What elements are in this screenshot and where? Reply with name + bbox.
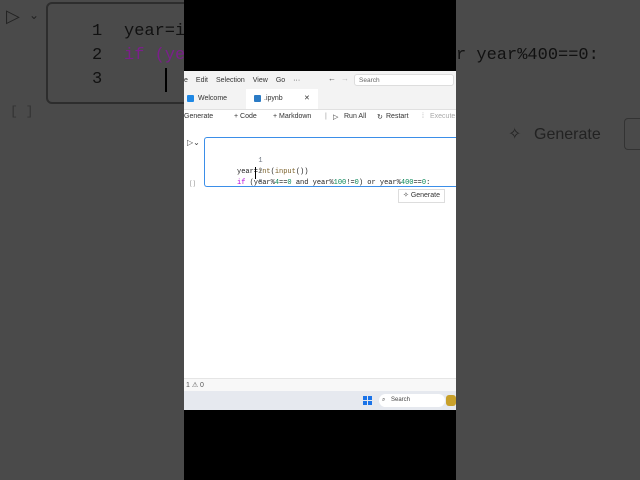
restart-icon: ↻: [377, 114, 383, 121]
code-text: if (year%4==0 and year%100!=0) or year%4…: [237, 179, 431, 187]
taskbar-app-icon[interactable]: [446, 395, 456, 406]
notebook-toolbar: Generate + Code + Markdown | ▷ Run All ↻…: [184, 110, 456, 126]
generate-cell-button[interactable]: ✧ Generate: [398, 189, 445, 203]
menu-item-file[interactable]: e: [184, 77, 188, 84]
line-number: 2: [258, 168, 263, 176]
code-line: 2 if (year%4==0 and year%100!=0) or year…: [205, 156, 430, 187]
bg-line-number: 2: [92, 46, 103, 65]
vscode-window: e Edit Selection View Go ··· ← → Search …: [184, 71, 456, 392]
notebook-icon: [254, 95, 261, 102]
tab-welcome[interactable]: Welcome: [184, 89, 246, 109]
close-icon[interactable]: ✕: [304, 89, 310, 109]
command-search-input[interactable]: Search: [354, 74, 454, 86]
execution-count: [ ]: [190, 181, 196, 187]
bg-code-line: if (ye: [124, 46, 184, 65]
execute-button[interactable]: Execute: [430, 113, 455, 120]
menu-more[interactable]: ···: [293, 77, 300, 84]
menu-item-view[interactable]: View: [253, 77, 268, 84]
bg-code-line: year=i: [124, 22, 184, 41]
background-right: r year%400==0: ✧ Generate: [456, 0, 640, 480]
taskbar-search-input[interactable]: ⌕ Search: [379, 394, 445, 407]
line-number: 1: [258, 157, 263, 165]
tab-label: .ipynb: [264, 95, 283, 102]
generate-label: Generate: [410, 192, 440, 199]
bg-line-number: 1: [92, 22, 103, 41]
restart-button[interactable]: Restart: [386, 113, 409, 120]
sparkle-icon: ✧: [403, 192, 411, 199]
chevron-down-icon: ⌄: [29, 8, 40, 22]
tab-bar: Welcome .ipynb ✕: [184, 89, 456, 110]
background-left: ▷ ⌄ 1 year=i 2 if (ye 3 [ ]: [0, 0, 184, 480]
sparkle-icon: ✧: [508, 126, 522, 143]
add-code-button[interactable]: + Code: [234, 113, 257, 120]
status-bar: 1 ⚠ 0: [184, 378, 456, 392]
windows-taskbar: ⌕ Search: [184, 391, 456, 410]
run-icon: ▷: [6, 6, 20, 26]
menu-item-go[interactable]: Go: [276, 77, 285, 84]
line-number: 3: [258, 179, 263, 187]
bg-code-line: r year%400==0:: [456, 46, 599, 65]
generate-button[interactable]: Generate: [184, 113, 213, 120]
taskbar-search-label: Search: [391, 397, 411, 403]
run-all-icon: ▷: [333, 114, 339, 121]
forward-arrow-icon[interactable]: →: [341, 74, 349, 83]
back-arrow-icon[interactable]: ←: [328, 74, 336, 83]
phone-screen: e Edit Selection View Go ··· ← → Search …: [184, 0, 456, 480]
tab-label: Welcome: [198, 95, 228, 102]
text-cursor: [165, 68, 167, 92]
run-all-button[interactable]: Run All: [344, 113, 366, 120]
bg-button-edge: [624, 118, 640, 150]
menu-item-selection[interactable]: Selection: [216, 77, 245, 84]
vscode-icon: [187, 95, 194, 102]
code-line: 3: [205, 167, 262, 187]
run-cell-icon[interactable]: ▷⌄: [187, 138, 200, 147]
code-cell[interactable]: 1 year=int(input()) 2 if (year%4==0 and …: [204, 137, 456, 187]
toolbar-divider: |: [325, 113, 327, 120]
code-line: 1 year=int(input()): [205, 145, 308, 176]
windows-start-icon[interactable]: [363, 396, 372, 405]
bg-cell-brackets: [ ]: [10, 104, 34, 119]
text-cursor: [255, 167, 256, 179]
execute-icon: ⁞: [422, 113, 424, 120]
search-icon: ⌕: [382, 397, 386, 403]
menu-item-edit[interactable]: Edit: [196, 77, 208, 84]
problems-status[interactable]: 1 ⚠ 0: [186, 381, 204, 389]
bg-generate-label: Generate: [534, 126, 601, 143]
tab-notebook[interactable]: .ipynb ✕: [246, 89, 318, 109]
add-markdown-button[interactable]: + Markdown: [273, 113, 311, 120]
bg-line-number: 3: [92, 70, 103, 89]
